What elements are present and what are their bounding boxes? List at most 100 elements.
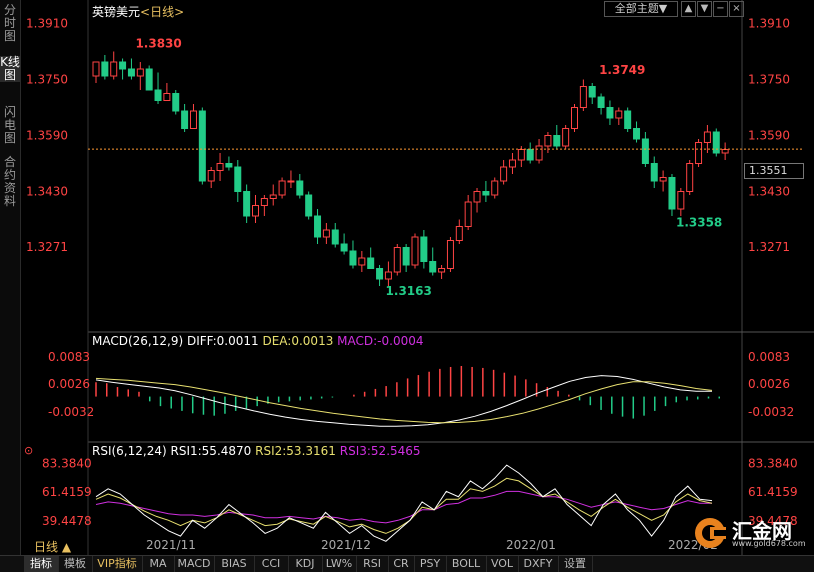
price-tick-left: 1.3271 <box>26 240 68 254</box>
candle-body <box>508 159 516 168</box>
candle-body <box>287 180 295 183</box>
price-tick-left: 1.3430 <box>26 185 68 199</box>
price-tick-left: 1.3910 <box>26 17 68 31</box>
rsi-tick-left: 39.4478 <box>42 514 92 528</box>
candle-body <box>322 229 330 238</box>
indicator-tab[interactable]: MACD <box>174 556 215 572</box>
rsi-tick-left: 61.4159 <box>42 485 92 499</box>
candle-body <box>615 110 623 119</box>
macd-tick-right: 0.0026 <box>748 377 790 391</box>
indicator-tab[interactable]: BOLL <box>446 556 487 572</box>
candle-body <box>331 229 339 245</box>
candle-body <box>278 180 286 196</box>
rsi1-value: RSI1:55.4870 <box>170 444 252 458</box>
candle-body <box>482 191 490 196</box>
indicator-tab[interactable]: RSI <box>356 556 389 572</box>
candle-body <box>553 135 561 147</box>
macd-macd-value: MACD:-0.0004 <box>337 334 424 348</box>
macd-tick-left: -0.0032 <box>48 405 94 419</box>
price-tick-left: 1.3750 <box>26 73 68 87</box>
candle-body <box>686 163 694 192</box>
candle-body <box>243 191 251 217</box>
price-tick-right: 1.3430 <box>748 185 790 199</box>
arrow-up-icon[interactable]: ▲ <box>681 1 696 17</box>
indicator-tab-bar: 指标 模板 VIP指标 MA MACD BIAS CCI KDJ LW% RSI CR PSY BOLL… <box>0 555 814 572</box>
indicator-tab[interactable]: CCI <box>254 556 289 572</box>
candle-body <box>340 243 348 252</box>
indicator-tab[interactable]: 设置 <box>558 556 593 572</box>
close-icon[interactable]: × <box>729 1 744 17</box>
price-tick-right: 1.3271 <box>748 240 790 254</box>
rsi3-line <box>95 490 712 524</box>
candle-body <box>579 86 587 108</box>
macd-diff-value: DIFF:0.0011 <box>186 334 259 348</box>
indicator-tab[interactable]: BIAS <box>214 556 255 572</box>
candle-body <box>411 236 419 266</box>
indicator-tab[interactable]: LW% <box>322 556 357 572</box>
candle-body <box>234 166 242 192</box>
period-label[interactable]: <日线> <box>140 5 184 19</box>
candle-body <box>571 107 578 129</box>
rsi3-value: RSI3:52.5465 <box>339 444 421 458</box>
candle-body <box>393 247 401 273</box>
indicator-tab[interactable]: CR <box>388 556 415 572</box>
candle-body <box>703 131 711 143</box>
arrow-down-icon[interactable]: ▼ <box>697 1 712 17</box>
candle-body <box>225 163 233 168</box>
candle-body <box>695 142 703 164</box>
date-tick: 2021/11 <box>146 538 196 552</box>
indicator-tab[interactable]: KDJ <box>288 556 323 572</box>
macd-tick-left: 0.0026 <box>48 377 90 391</box>
indicator-tab[interactable]: MA <box>142 556 175 572</box>
candle-body <box>659 177 667 182</box>
candle-body <box>721 149 729 154</box>
candle-body <box>207 170 215 182</box>
candle-body <box>464 201 472 227</box>
candle-body <box>668 177 676 210</box>
candle-body <box>163 93 171 101</box>
candle-body <box>296 180 304 196</box>
candle-body <box>260 198 268 206</box>
candle-body <box>127 68 135 77</box>
macd-header: MACD(26,12,9) DIFF:0.0011 DEA:0.0013 MAC… <box>92 334 424 348</box>
candle-body <box>384 271 392 280</box>
candle-body <box>650 163 658 182</box>
candle-body <box>172 93 180 112</box>
indicator-tab[interactable]: 指标 <box>24 556 59 572</box>
macd-tick-left: 0.0083 <box>48 350 90 364</box>
minus-icon[interactable]: − <box>713 1 728 17</box>
indicator-tab[interactable]: 模板 <box>58 556 93 572</box>
candle-body <box>189 110 197 129</box>
macd-dea-line <box>95 377 713 424</box>
candle-body <box>712 131 720 154</box>
logo-url: www.gold678.com <box>732 539 806 548</box>
indicator-tab[interactable]: DXFY <box>518 556 559 572</box>
candle-body <box>500 166 508 182</box>
price-tick-right: 1.3590 <box>748 129 790 143</box>
macd-dea-value: DEA:0.0013 <box>262 334 334 348</box>
rsi-label: RSI(6,12,24) <box>92 444 167 458</box>
price-tick-left: 1.3590 <box>26 129 68 143</box>
candle-body <box>517 149 525 161</box>
date-tick: 2021/12 <box>321 538 371 552</box>
candle-body <box>145 68 153 91</box>
brand-logo: 汇金网 www.gold678.com <box>692 513 806 553</box>
rsi2-value: RSI2:53.3161 <box>255 444 336 458</box>
settings-dot-icon[interactable]: ⊙ <box>24 444 33 457</box>
candle-body <box>544 135 552 147</box>
low-label: 1.3163 <box>386 284 432 298</box>
candle-body <box>473 191 481 203</box>
candle-body <box>606 107 614 119</box>
indicator-tab[interactable]: PSY <box>414 556 447 572</box>
theme-dropdown[interactable]: 全部主题▼ <box>604 1 678 17</box>
candle-body <box>119 61 127 70</box>
candle-body <box>438 268 446 273</box>
macd-label: MACD(26,12,9) <box>92 334 184 348</box>
period-button[interactable]: 日线 ▲ <box>34 538 71 555</box>
indicator-tab[interactable]: VIP指标 <box>92 556 143 572</box>
chart-title: 英镑美元<日线> <box>92 3 184 20</box>
indicator-tab[interactable]: VOL <box>486 556 519 572</box>
last-price-tag: 1.3551 <box>744 163 804 179</box>
candle-body <box>252 205 259 217</box>
chart-canvas[interactable]: 1.3910 1.3910 1.3750 1.3750 1.3590 1.3590 1.34… <box>0 0 814 555</box>
